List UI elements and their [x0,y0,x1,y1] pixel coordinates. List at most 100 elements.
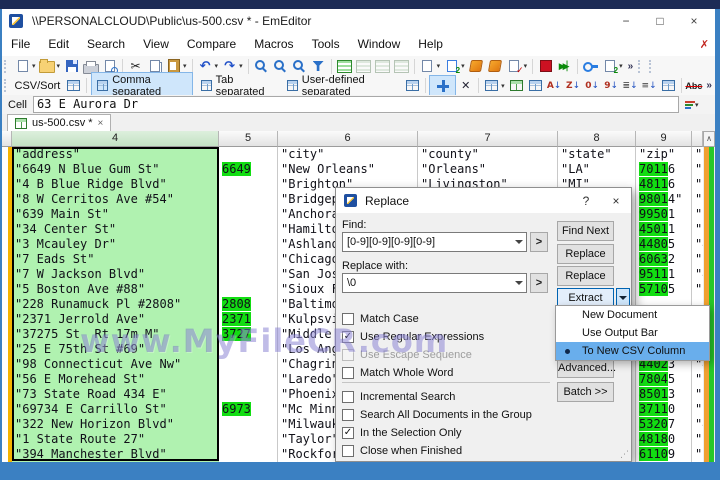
cell-zip[interactable]: "zip" [636,147,692,162]
cell-phone-partial[interactable]: "6 [692,387,703,402]
tab-close-icon[interactable]: × [98,118,104,129]
cell-extracted-number[interactable] [219,417,278,432]
cell-extracted-number[interactable]: 2808 [219,297,278,312]
cell-state[interactable]: "state" [558,147,636,162]
replace-expand-button[interactable]: > [530,273,548,293]
cell-extracted-number[interactable]: 6973 [219,402,278,417]
cell-zip[interactable]: 98014" [636,192,692,207]
cell-zip[interactable]: 48116 [636,177,692,192]
minimize-button[interactable]: − [609,11,643,31]
cell-address[interactable]: "address" [12,147,219,162]
move-column-icon[interactable] [429,75,457,96]
cell-county[interactable]: "Orleans" [418,162,558,177]
cell-phone-partial[interactable]: "9 [692,207,703,222]
batch-button[interactable]: Batch >> [557,382,614,402]
replace-combobox[interactable]: \0 [342,273,527,293]
cell-state[interactable]: "LA" [558,162,636,177]
cell-phone-partial[interactable]: "5 [692,162,703,177]
cell-address[interactable]: "73 State Road 434 E" [12,387,219,402]
cell-address[interactable]: "3 Mcauley Dr" [12,237,219,252]
cell-extracted-number[interactable] [219,432,278,447]
cell-address[interactable]: "5 Boston Ave #88" [12,282,219,297]
checkbox-in-the-selection-only[interactable]: ✓ In the Selection Only [342,426,462,439]
checkbox-close-when-finished[interactable]: Close when Finished [342,444,462,457]
run-macro-icon[interactable]: ▶▶▏ [555,58,574,75]
checked-checkbox-icon[interactable]: ✓ [342,426,354,439]
cell-address[interactable]: "1 State Route 27" [12,432,219,447]
cell-phone-partial[interactable]: "9 [692,402,703,417]
cell-phone-partial[interactable]: "8 [692,177,703,192]
cell-zip[interactable]: 57105 [636,282,692,297]
toolbar-grip[interactable] [4,59,9,73]
open-file-icon[interactable] [38,58,57,75]
unchecked-checkbox-icon[interactable] [342,312,354,325]
dialog-resize-grip[interactable]: ⋰ [620,449,629,460]
insert-column-dropdown-icon[interactable]: ▾ [501,82,505,90]
column-header-9[interactable]: 9 [636,131,692,147]
sort-numeric-descending-icon[interactable]: 9↓ [602,77,621,94]
checkbox-match-case[interactable]: Match Case [342,312,419,325]
menu-tools[interactable]: Tools [303,34,349,54]
unchecked-checkbox-icon[interactable] [342,366,354,379]
cell-phone-partial[interactable]: "p [692,147,703,162]
toolbar-grip[interactable] [649,59,654,73]
plugins-icon[interactable] [442,58,461,75]
replace-button[interactable]: Replace [557,244,614,264]
combo-dropdown-icon[interactable] [511,281,526,285]
cell-extracted-number[interactable] [219,387,278,402]
cell-address[interactable]: "7 W Jackson Blvd" [12,267,219,282]
new-file-dropdown-icon[interactable]: ▾ [32,62,36,70]
cell-address[interactable]: "4 B Blue Ridge Blvd" [12,177,219,192]
cell-phone-partial[interactable]: "8 [692,192,703,207]
csv-tools-icon[interactable]: ✕ [456,77,475,94]
checkbox-use-regular-expressions[interactable]: ✓ Use Regular Expressions [342,330,484,343]
cell-zip[interactable]: 45011 [636,222,692,237]
cell-zip[interactable]: 95111 [636,267,692,282]
column-header-6[interactable]: 6 [278,131,418,147]
cell-phone-partial[interactable]: "3 [692,432,703,447]
column-header-5[interactable]: 5 [219,131,278,147]
cell-extracted-number[interactable]: 3727 [219,327,278,342]
snippets-dropdown-icon[interactable]: ▾ [437,62,441,70]
vertical-scrollbar[interactable]: ∧ [703,131,715,462]
cell-extracted-number[interactable] [219,252,278,267]
cell-address[interactable]: "56 E Morehead St" [12,372,219,387]
split-column-icon[interactable] [507,77,526,94]
replace-all-button[interactable]: Replace All [557,266,614,300]
tab-us-500-csv[interactable]: us-500.csv * × [7,114,112,131]
advanced-button[interactable]: Advanced... [557,358,616,378]
toolbar-overflow-chevron[interactable]: » [628,61,634,72]
cell-city[interactable]: "New Orleans" [278,162,418,177]
cell-address[interactable]: "34 Center St" [12,222,219,237]
new-file-icon[interactable] [13,58,32,75]
cell-extracted-number[interactable] [219,342,278,357]
macro-select-dropdown-icon[interactable]: ▾ [524,62,528,70]
cell-address[interactable]: "322 New Horizon Blvd" [12,417,219,432]
dialog-close-button[interactable]: × [601,194,631,208]
close-button[interactable]: × [677,11,711,31]
menu-edit[interactable]: Edit [39,34,78,54]
cell-phone-partial[interactable]: "4 [692,237,703,252]
column-header-7[interactable]: 7 [418,131,558,147]
scripting-icon[interactable] [600,58,619,75]
cell-phone-partial[interactable]: "4 [692,417,703,432]
cell-extracted-number[interactable] [219,177,278,192]
column-header-4[interactable]: 4 [12,131,219,147]
unchecked-checkbox-icon[interactable] [342,408,354,421]
cell-zip[interactable]: 48180 [636,432,692,447]
cell-extracted-number[interactable] [219,372,278,387]
sort-length-descending-icon[interactable]: ≡↓ [640,77,659,94]
csv-options-icon[interactable] [403,77,422,94]
sort-numeric-ascending-icon[interactable]: 0↓ [583,77,602,94]
scripting-dropdown-icon[interactable]: ▾ [619,62,623,70]
cell-city[interactable]: "city" [278,147,418,162]
cell-extracted-number[interactable] [219,147,278,162]
unchecked-checkbox-icon[interactable] [342,444,354,457]
merge-column-icon[interactable] [526,77,545,94]
cell-phone-partial[interactable]: "9 [692,372,703,387]
close-document-icon[interactable]: ✗ [700,38,709,51]
cell-extracted-number[interactable] [219,267,278,282]
sort-length-ascending-icon[interactable]: ≣↓ [621,77,640,94]
sort-columns-icon[interactable] [659,77,678,94]
checkbox-search-all-documents-in-the-group[interactable]: Search All Documents in the Group [342,408,532,421]
